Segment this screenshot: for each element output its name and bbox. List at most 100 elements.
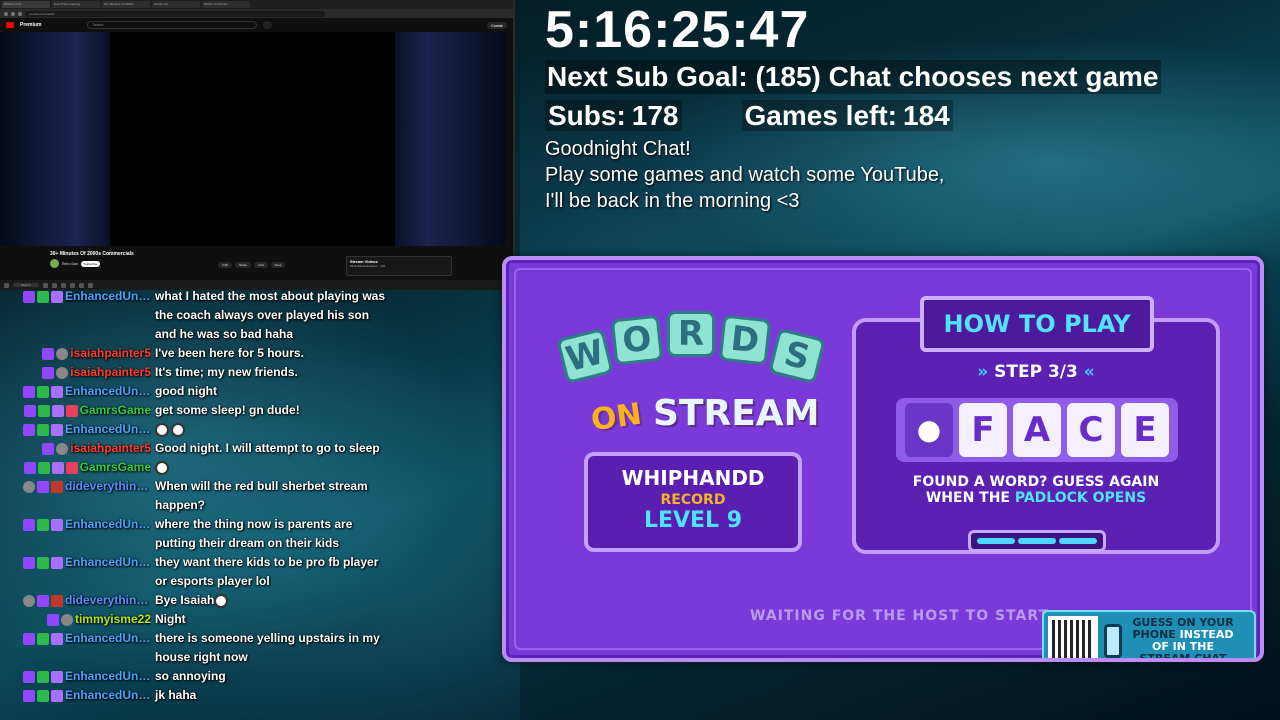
green-badge-icon[interactable]: [37, 461, 50, 474]
prime-badge-icon[interactable]: [51, 632, 63, 645]
browser-tab[interactable]: 30+ Minutes Of 2000s: [102, 1, 150, 8]
qr-instructions: GUESS ON YOUR PHONE INSTEAD OF IN THE ST…: [1128, 617, 1238, 659]
gift-badge-icon[interactable]: [65, 461, 78, 474]
chat-username[interactable]: EnhancedUni...: [65, 553, 151, 572]
purple-badge-icon[interactable]: [23, 689, 35, 702]
prime-badge-icon[interactable]: [51, 290, 63, 303]
purple-badge-icon[interactable]: [42, 366, 55, 379]
forward-icon[interactable]: [11, 11, 15, 16]
purple-badge-icon[interactable]: [46, 613, 59, 626]
chat-username[interactable]: EnhancedUni...: [65, 287, 151, 306]
gray-badge-icon[interactable]: [23, 594, 35, 607]
green-badge-icon[interactable]: [37, 423, 49, 436]
prime-badge-icon[interactable]: [51, 670, 63, 683]
video-player[interactable]: [0, 32, 505, 246]
purple-badge-icon[interactable]: [23, 670, 35, 683]
reload-icon[interactable]: [18, 11, 22, 16]
chat-username[interactable]: isaiahpainter5: [70, 344, 151, 363]
create-button[interactable]: Create: [486, 21, 507, 29]
chat-message: GamrsGame get some sleep! gn dude!: [0, 401, 500, 420]
like-button[interactable]: 9.9K: [218, 262, 233, 268]
prime-badge-icon[interactable]: [51, 385, 63, 398]
prime-badge-icon[interactable]: [51, 461, 64, 474]
subscribe-button[interactable]: Subscribe: [80, 260, 101, 267]
green-badge-icon[interactable]: [37, 556, 49, 569]
green-badge-icon[interactable]: [37, 385, 49, 398]
purple-badge-icon[interactable]: [37, 594, 49, 607]
chevron-right-icon: »: [977, 362, 989, 382]
browser-tab[interactable]: stream bot: [152, 1, 200, 8]
chat-badges: EnhancedUni...: [0, 667, 155, 686]
prime-badge-icon[interactable]: [51, 423, 63, 436]
chat-text: It's time; my new friends.: [155, 363, 390, 382]
chat-badges: isaiahpainter5: [0, 344, 155, 363]
chat-username[interactable]: EnhancedUni...: [65, 382, 151, 401]
purple-badge-icon[interactable]: [23, 461, 36, 474]
logo-stream: STREAM: [653, 393, 820, 434]
channel-name[interactable]: Retro Dan: [62, 262, 78, 266]
gray-badge-icon[interactable]: [56, 442, 69, 455]
chat-username[interactable]: EnhancedUni...: [65, 515, 151, 534]
chat-text: so annoying: [155, 667, 390, 686]
browser-tab[interactable]: Words On Stream: [202, 1, 250, 8]
purple-badge-icon[interactable]: [37, 480, 49, 493]
green-badge-icon[interactable]: [37, 689, 49, 702]
search-icon[interactable]: [263, 21, 273, 29]
browser-tab[interactable]: How Prime Gaming: [52, 1, 100, 8]
share-button[interactable]: Share: [235, 262, 252, 268]
chat-username[interactable]: isaiahpainter5: [70, 439, 151, 458]
prime-badge-icon[interactable]: [51, 556, 63, 569]
prime-badge-icon[interactable]: [51, 689, 63, 702]
gray-badge-icon[interactable]: [60, 613, 73, 626]
purple-badge-icon[interactable]: [23, 290, 35, 303]
chat-text: where the thing now is parents are putti…: [155, 515, 390, 553]
chat-text: what I hated the most about playing was …: [155, 287, 390, 344]
purple-badge-icon[interactable]: [42, 442, 55, 455]
purple-badge-icon[interactable]: [23, 423, 35, 436]
chat-username[interactable]: isaiahpainter5: [70, 363, 151, 382]
url-field[interactable]: youtube.com/watch: [25, 10, 325, 17]
youtube-logo-icon[interactable]: [6, 22, 14, 28]
search-input[interactable]: Search: [87, 21, 258, 29]
chat-username[interactable]: dideverythingla...: [65, 477, 151, 496]
green-badge-icon[interactable]: [37, 290, 49, 303]
red-badge-icon[interactable]: [51, 480, 63, 493]
chat-username[interactable]: EnhancedUni...: [65, 629, 151, 648]
chat-username[interactable]: dideverythingla...: [65, 591, 151, 610]
chat-badges: EnhancedUni...: [0, 553, 155, 572]
gray-badge-icon[interactable]: [23, 480, 35, 493]
purple-badge-icon[interactable]: [23, 632, 35, 645]
instruction-highlight: PADLOCK OPENS: [1014, 490, 1147, 506]
video-actions: 9.9K Share Add Save: [218, 262, 286, 268]
chat-username[interactable]: GamrsGame: [80, 401, 151, 420]
chat-text: Bye Isaiah: [155, 591, 390, 610]
chat-username[interactable]: EnhancedUni...: [65, 667, 151, 686]
chat-username[interactable]: EnhancedUni...: [65, 420, 151, 439]
playlist-panel[interactable]: Stream Videos 03 EnhancedUnicorn - 1/8: [346, 256, 452, 276]
purple-badge-icon[interactable]: [23, 556, 35, 569]
prime-badge-icon[interactable]: [51, 518, 63, 531]
save-button[interactable]: Save: [270, 262, 286, 268]
video-info: 30+ Minutes Of 2000s Commercials Retro D…: [0, 248, 340, 276]
green-badge-icon[interactable]: [37, 632, 49, 645]
green-badge-icon[interactable]: [37, 518, 49, 531]
chat-username[interactable]: timmyisme22: [75, 610, 151, 629]
green-badge-icon[interactable]: [37, 404, 50, 417]
browser-tab[interactable]: Wizard of Oz: [2, 1, 50, 8]
chat-badges: GamrsGame: [0, 401, 155, 420]
green-badge-icon[interactable]: [37, 670, 49, 683]
chat-username[interactable]: EnhancedUni...: [65, 686, 151, 705]
channel-avatar[interactable]: [50, 259, 59, 268]
chat-username[interactable]: GamrsGame: [80, 458, 151, 477]
prime-badge-icon[interactable]: [51, 404, 64, 417]
gray-badge-icon[interactable]: [56, 347, 69, 360]
purple-badge-icon[interactable]: [23, 385, 35, 398]
purple-badge-icon[interactable]: [23, 518, 35, 531]
back-icon[interactable]: [4, 11, 8, 16]
purple-badge-icon[interactable]: [42, 347, 55, 360]
add-button[interactable]: Add: [254, 262, 268, 268]
purple-badge-icon[interactable]: [23, 404, 36, 417]
red-badge-icon[interactable]: [51, 594, 63, 607]
gift-badge-icon[interactable]: [65, 404, 78, 417]
gray-badge-icon[interactable]: [56, 366, 69, 379]
